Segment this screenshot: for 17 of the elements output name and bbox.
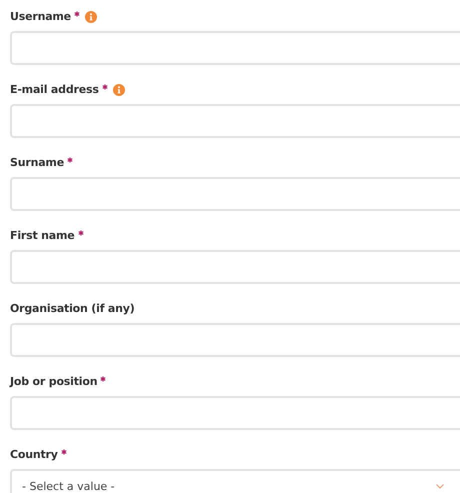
field-label: Organisation (if any) [10,302,135,315]
field-label: Job or position [10,375,98,388]
input-field[interactable] [10,104,460,138]
info-icon[interactable] [112,84,125,96]
input-field[interactable] [10,323,460,357]
input-field[interactable] [10,250,460,284]
field-label: First name [10,229,75,242]
field-label: Country [10,448,58,461]
input-field[interactable] [10,396,460,430]
field-label: Username [10,10,71,23]
field-label: Surname [10,156,64,169]
chevron-icon [436,484,444,488]
input-field[interactable] [10,177,460,211]
info-icon[interactable] [84,10,97,22]
country-dropdown[interactable]: - Select a value - [10,469,460,493]
field-label: E-mail address [10,83,99,96]
input-field[interactable] [10,31,460,65]
